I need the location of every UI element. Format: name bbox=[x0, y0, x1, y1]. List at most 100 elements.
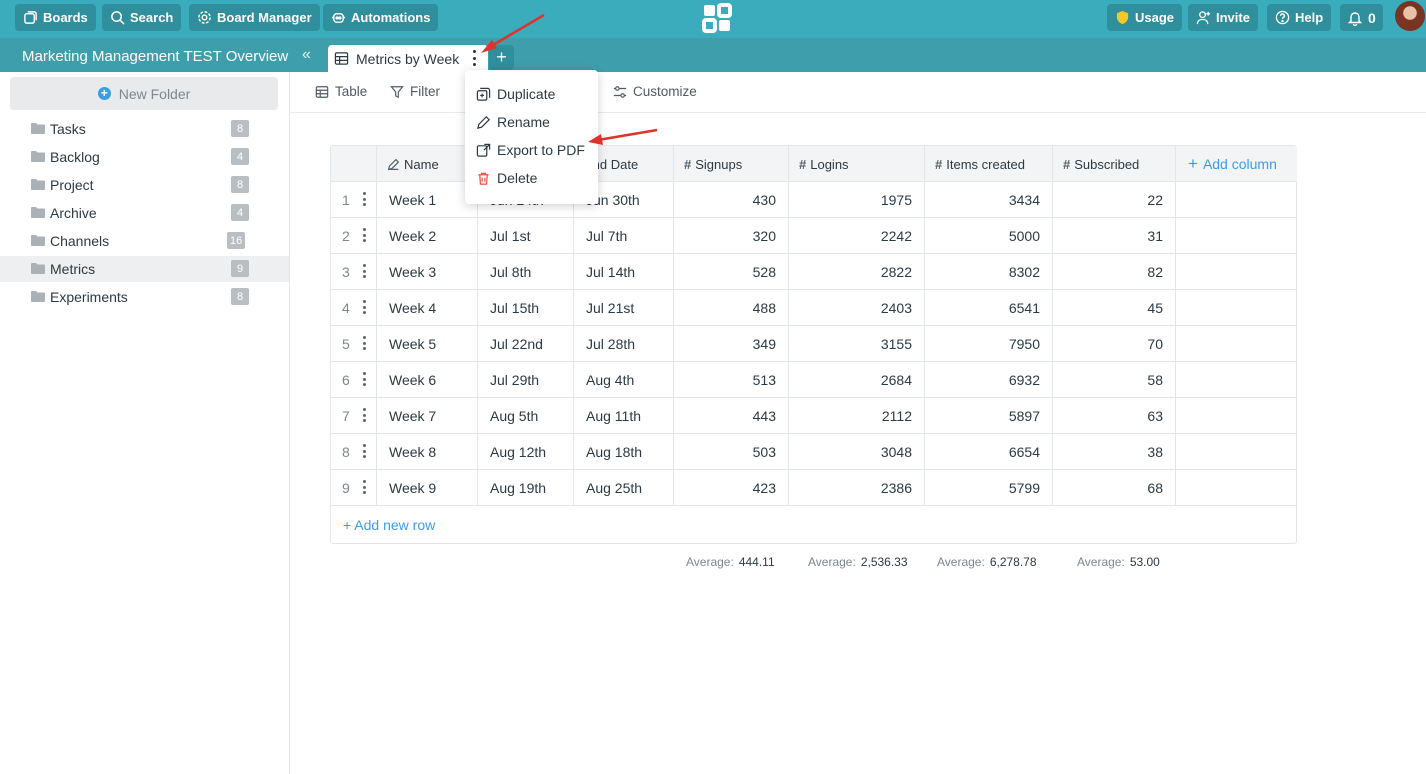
boards-button[interactable]: Boards bbox=[15, 4, 96, 31]
menu-item-delete[interactable]: Delete bbox=[476, 168, 537, 188]
end-date-cell[interactable]: Aug 11th bbox=[574, 398, 674, 433]
sidebar-item-archive[interactable]: Archive 4 bbox=[0, 200, 289, 226]
signups-cell[interactable]: 443 bbox=[674, 398, 789, 433]
new-folder-button[interactable]: + New Folder bbox=[10, 77, 278, 110]
notifications-button[interactable]: 0 bbox=[1340, 4, 1383, 31]
column-header-logins[interactable]: # Logins bbox=[789, 146, 925, 182]
end-date-cell[interactable]: Jul 28th bbox=[574, 326, 674, 361]
name-cell[interactable]: Week 9 bbox=[377, 470, 478, 505]
add-column-button[interactable]: + Add column bbox=[1176, 146, 1297, 182]
name-cell[interactable]: Week 1 bbox=[377, 182, 478, 217]
signups-cell[interactable]: 423 bbox=[674, 470, 789, 505]
row-menu-icon[interactable] bbox=[362, 444, 366, 458]
sidebar-item-backlog[interactable]: Backlog 4 bbox=[0, 144, 289, 170]
row-menu-icon[interactable] bbox=[362, 192, 366, 206]
signups-cell[interactable]: 430 bbox=[674, 182, 789, 217]
end-date-cell[interactable]: Jul 14th bbox=[574, 254, 674, 289]
name-cell[interactable]: Week 7 bbox=[377, 398, 478, 433]
usage-button[interactable]: Usage bbox=[1107, 4, 1183, 31]
start-date-cell[interactable]: Aug 12th bbox=[478, 434, 574, 469]
start-date-cell[interactable]: Jul 15th bbox=[478, 290, 574, 325]
row-menu-icon[interactable] bbox=[362, 264, 366, 278]
logins-cell[interactable]: 2112 bbox=[789, 398, 925, 433]
subscribed-cell[interactable]: 22 bbox=[1053, 182, 1176, 217]
sidebar-item-experiments[interactable]: Experiments 8 bbox=[0, 284, 289, 310]
help-button[interactable]: Help bbox=[1267, 4, 1332, 31]
signups-cell[interactable]: 488 bbox=[674, 290, 789, 325]
row-menu-icon[interactable] bbox=[362, 372, 366, 386]
row-menu-icon[interactable] bbox=[362, 408, 366, 422]
signups-cell[interactable]: 528 bbox=[674, 254, 789, 289]
items-created-cell[interactable]: 8302 bbox=[925, 254, 1053, 289]
sidebar-item-metrics[interactable]: Metrics 9 bbox=[0, 256, 289, 282]
app-logo[interactable] bbox=[702, 3, 732, 33]
end-date-cell[interactable]: Jul 21st bbox=[574, 290, 674, 325]
items-created-cell[interactable]: 5000 bbox=[925, 218, 1053, 253]
name-cell[interactable]: Week 6 bbox=[377, 362, 478, 397]
table-row[interactable]: 7 Week 7 Aug 5th Aug 11th 443 2112 5897 63 bbox=[331, 397, 1296, 433]
tab-menu-icon[interactable] bbox=[471, 50, 477, 66]
tab-metrics-by-week[interactable]: Metrics by Week bbox=[328, 45, 488, 72]
signups-cell[interactable]: 503 bbox=[674, 434, 789, 469]
start-date-cell[interactable]: Jul 29th bbox=[478, 362, 574, 397]
column-header-name[interactable]: Name bbox=[377, 146, 478, 182]
menu-item-rename[interactable]: Rename bbox=[476, 112, 550, 132]
start-date-cell[interactable]: Jul 1st bbox=[478, 218, 574, 253]
board-manager-button[interactable]: Board Manager bbox=[189, 4, 320, 31]
subscribed-cell[interactable]: 58 bbox=[1053, 362, 1176, 397]
name-cell[interactable]: Week 5 bbox=[377, 326, 478, 361]
collapse-sidebar-icon[interactable]: « bbox=[302, 46, 311, 64]
subscribed-cell[interactable]: 45 bbox=[1053, 290, 1176, 325]
start-date-cell[interactable]: Aug 19th bbox=[478, 470, 574, 505]
avatar[interactable] bbox=[1395, 1, 1425, 31]
subscribed-cell[interactable]: 70 bbox=[1053, 326, 1176, 361]
row-menu-icon[interactable] bbox=[362, 228, 366, 242]
table-row[interactable]: 9 Week 9 Aug 19th Aug 25th 423 2386 5799 68 bbox=[331, 469, 1296, 505]
menu-item-duplicate[interactable]: Duplicate bbox=[476, 84, 555, 104]
table-row[interactable]: 5 Week 5 Jul 22nd Jul 28th 349 3155 7950 70 bbox=[331, 325, 1296, 361]
items-created-cell[interactable]: 6541 bbox=[925, 290, 1053, 325]
sidebar-item-channels[interactable]: Channels 16 bbox=[0, 228, 289, 254]
items-created-cell[interactable]: 6654 bbox=[925, 434, 1053, 469]
subscribed-cell[interactable]: 31 bbox=[1053, 218, 1176, 253]
subscribed-cell[interactable]: 38 bbox=[1053, 434, 1176, 469]
signups-cell[interactable]: 349 bbox=[674, 326, 789, 361]
logins-cell[interactable]: 3048 bbox=[789, 434, 925, 469]
add-tab-button[interactable]: + bbox=[489, 45, 514, 70]
logins-cell[interactable]: 2242 bbox=[789, 218, 925, 253]
table-row[interactable]: 4 Week 4 Jul 15th Jul 21st 488 2403 6541 45 bbox=[331, 289, 1296, 325]
table-row[interactable]: 6 Week 6 Jul 29th Aug 4th 513 2684 6932 58 bbox=[331, 361, 1296, 397]
table-view-button[interactable]: Table bbox=[315, 84, 367, 99]
name-cell[interactable]: Week 3 bbox=[377, 254, 478, 289]
menu-item-export-pdf[interactable]: Export to PDF bbox=[476, 140, 585, 160]
start-date-cell[interactable]: Jul 8th bbox=[478, 254, 574, 289]
name-cell[interactable]: Week 4 bbox=[377, 290, 478, 325]
name-cell[interactable]: Week 2 bbox=[377, 218, 478, 253]
logins-cell[interactable]: 3155 bbox=[789, 326, 925, 361]
invite-button[interactable]: Invite bbox=[1188, 4, 1258, 31]
sidebar-item-project[interactable]: Project 8 bbox=[0, 172, 289, 198]
logins-cell[interactable]: 1975 bbox=[789, 182, 925, 217]
start-date-cell[interactable]: Aug 5th bbox=[478, 398, 574, 433]
customize-button[interactable]: Customize bbox=[613, 84, 697, 99]
items-created-cell[interactable]: 6932 bbox=[925, 362, 1053, 397]
start-date-cell[interactable]: Jul 22nd bbox=[478, 326, 574, 361]
logins-cell[interactable]: 2822 bbox=[789, 254, 925, 289]
search-button[interactable]: Search bbox=[102, 4, 182, 31]
row-menu-icon[interactable] bbox=[362, 336, 366, 350]
automations-button[interactable]: Automations bbox=[323, 4, 439, 31]
subscribed-cell[interactable]: 63 bbox=[1053, 398, 1176, 433]
end-date-cell[interactable]: Aug 25th bbox=[574, 470, 674, 505]
table-row[interactable]: 3 Week 3 Jul 8th Jul 14th 528 2822 8302 82 bbox=[331, 253, 1296, 289]
sidebar-item-tasks[interactable]: Tasks 8 bbox=[0, 116, 289, 142]
signups-cell[interactable]: 513 bbox=[674, 362, 789, 397]
end-date-cell[interactable]: Aug 4th bbox=[574, 362, 674, 397]
table-row[interactable]: 2 Week 2 Jul 1st Jul 7th 320 2242 5000 31 bbox=[331, 217, 1296, 253]
logins-cell[interactable]: 2386 bbox=[789, 470, 925, 505]
subscribed-cell[interactable]: 82 bbox=[1053, 254, 1176, 289]
row-menu-icon[interactable] bbox=[362, 480, 366, 494]
add-new-row-button[interactable]: + Add new row bbox=[343, 517, 435, 533]
items-created-cell[interactable]: 5799 bbox=[925, 470, 1053, 505]
items-created-cell[interactable]: 5897 bbox=[925, 398, 1053, 433]
end-date-cell[interactable]: Aug 18th bbox=[574, 434, 674, 469]
